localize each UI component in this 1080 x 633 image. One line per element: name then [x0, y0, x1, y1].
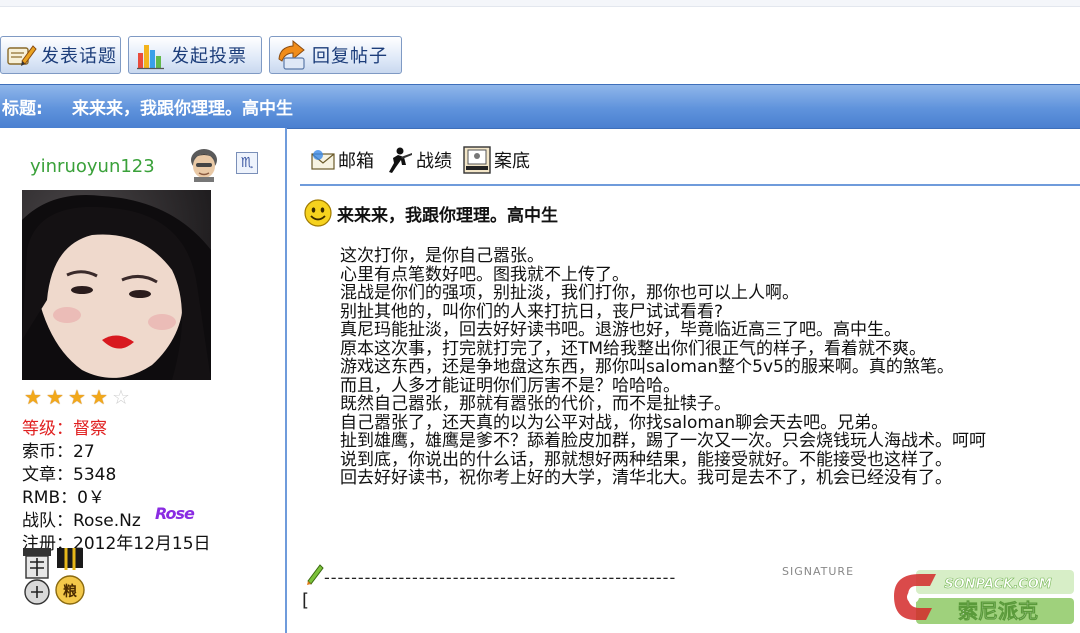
- post-body: 这次打你，是你自己嚣张。 心里有点笔数好吧。图我就不上传了。 混战是你们的强项，…: [340, 247, 986, 488]
- star-empty-icon: ☆: [112, 385, 130, 409]
- gold-medal-icon: 粮: [55, 548, 85, 605]
- mailbox-button[interactable]: 邮箱: [310, 147, 374, 173]
- content-divider: [300, 184, 1080, 186]
- online-status-avatar-icon[interactable]: [186, 146, 222, 182]
- top-strip: [0, 0, 1080, 7]
- medal-badge-icon: [23, 548, 51, 605]
- reply-icon: [278, 39, 305, 70]
- archive-label: 案底: [494, 151, 530, 172]
- user-team: 战队：Rose.Nz: [22, 511, 141, 531]
- username-link[interactable]: yinruoyun123: [30, 156, 155, 177]
- post-line: 别扯其他的，叫你们的人来打抗日，丧尸试试看看?: [340, 301, 724, 322]
- mail-icon: [311, 150, 335, 170]
- topic-title-bar: 标题: 来来来，我跟你理理。高中生: [0, 84, 1080, 129]
- reply-post-button[interactable]: 回复帖子: [269, 36, 402, 74]
- reply-post-label: 回复帖子: [312, 46, 388, 67]
- start-poll-button[interactable]: 发起投票: [128, 36, 262, 74]
- post-line: 说到底，你说出的什么话，那就想好两种结果，能接受就好。不能接受也这样了。: [340, 449, 952, 470]
- site-watermark-logo: SONPACK.COM 索尼派克: [886, 566, 1076, 628]
- post-line: 回去好好读书，祝你考上好的大学，清华北大。我可是去不了，机会已经没有了。: [340, 468, 952, 488]
- post-line: 游戏这东西，还是争地盘这东西，那你叫saloman整个5v5的服来啊。真的煞笔。: [340, 357, 954, 377]
- star-filled-icon: ★: [46, 385, 64, 409]
- post-line: 而且，人多才能证明你们厉害不是？哈哈哈。: [340, 375, 680, 396]
- new-topic-label: 发表话题: [41, 46, 117, 67]
- record-button[interactable]: 战绩: [384, 145, 452, 175]
- topic-label: 标题:: [2, 99, 43, 119]
- signature-content: [: [302, 590, 310, 611]
- signature-pencil-icon: [307, 564, 324, 585]
- post-title: 来来来，我跟你理理。高中生: [337, 205, 558, 226]
- post-line: 原本这次事，打完就打完了，还TM给我整出你们很正气的样子，看着就不爽。: [340, 338, 927, 359]
- zodiac-scorpio-icon: ♏: [236, 152, 258, 174]
- user-rank: 等级：督察: [22, 419, 107, 439]
- post-line: 既然自己嚣张，那就有嚣张的代价，而不是扯犊子。: [340, 394, 731, 414]
- record-label: 战绩: [416, 151, 452, 172]
- star-filled-icon: ★: [24, 385, 42, 409]
- watermark-text: 索尼派克: [958, 599, 1038, 623]
- topic-title: 来来来，我跟你理理。高中生: [72, 99, 293, 119]
- star-filled-icon: ★: [90, 385, 108, 409]
- column-divider: [285, 128, 287, 633]
- post-line: 心里有点笔数好吧。图我就不上传了。: [340, 264, 629, 285]
- post-line: 这次打你，是你自己嚣张。: [340, 246, 544, 266]
- archive-icon: [463, 146, 491, 174]
- post-line: 扯到雄鹰，雄鹰是爹不？舔着脸皮加群，踢了一次又一次。只会烧钱玩人海战术。呵呵: [340, 431, 986, 451]
- signature-divider: ----------------------------------------…: [324, 568, 677, 587]
- star-filled-icon: ★: [68, 385, 86, 409]
- watermark-url: SONPACK.COM: [944, 577, 1051, 592]
- user-action-bar: 邮箱 战绩 案底: [310, 143, 540, 177]
- user-avatar: [22, 190, 211, 380]
- poll-icon: [137, 45, 164, 70]
- user-posts: 文章：5348: [22, 465, 117, 485]
- svg-text:粮: 粮: [63, 583, 78, 600]
- rank-stars: ★ ★ ★ ★ ☆: [22, 386, 132, 408]
- team-logo: Rose: [155, 504, 195, 523]
- signature-label: SIGNATURE: [782, 565, 855, 578]
- user-rmb: RMB：0￥: [22, 488, 105, 508]
- soldier-icon: [389, 147, 412, 173]
- post-line: 自己嚣张了，还天真的以为公平对战，你找saloman聊会天去吧。兄弟。: [340, 412, 889, 433]
- mailbox-label: 邮箱: [338, 151, 374, 172]
- archive-button[interactable]: 案底: [462, 145, 530, 175]
- post-line: 真尼玛能扯淡，回去好好读书吧。退游也好，毕竟临近高三了吧。高中生。: [340, 320, 901, 340]
- start-poll-label: 发起投票: [171, 46, 247, 67]
- new-topic-button[interactable]: 发表话题: [0, 36, 121, 74]
- post-title-row: 来来来，我跟你理理。高中生: [303, 198, 558, 228]
- post-line: 混战是你们的强项，别扯淡，我们打你，那你也可以上人啊。: [340, 283, 799, 303]
- new-topic-icon: [7, 45, 37, 66]
- medal-icons: 粮: [23, 548, 85, 605]
- user-coins: 索币：27: [22, 442, 95, 462]
- smiley-icon: [304, 199, 332, 227]
